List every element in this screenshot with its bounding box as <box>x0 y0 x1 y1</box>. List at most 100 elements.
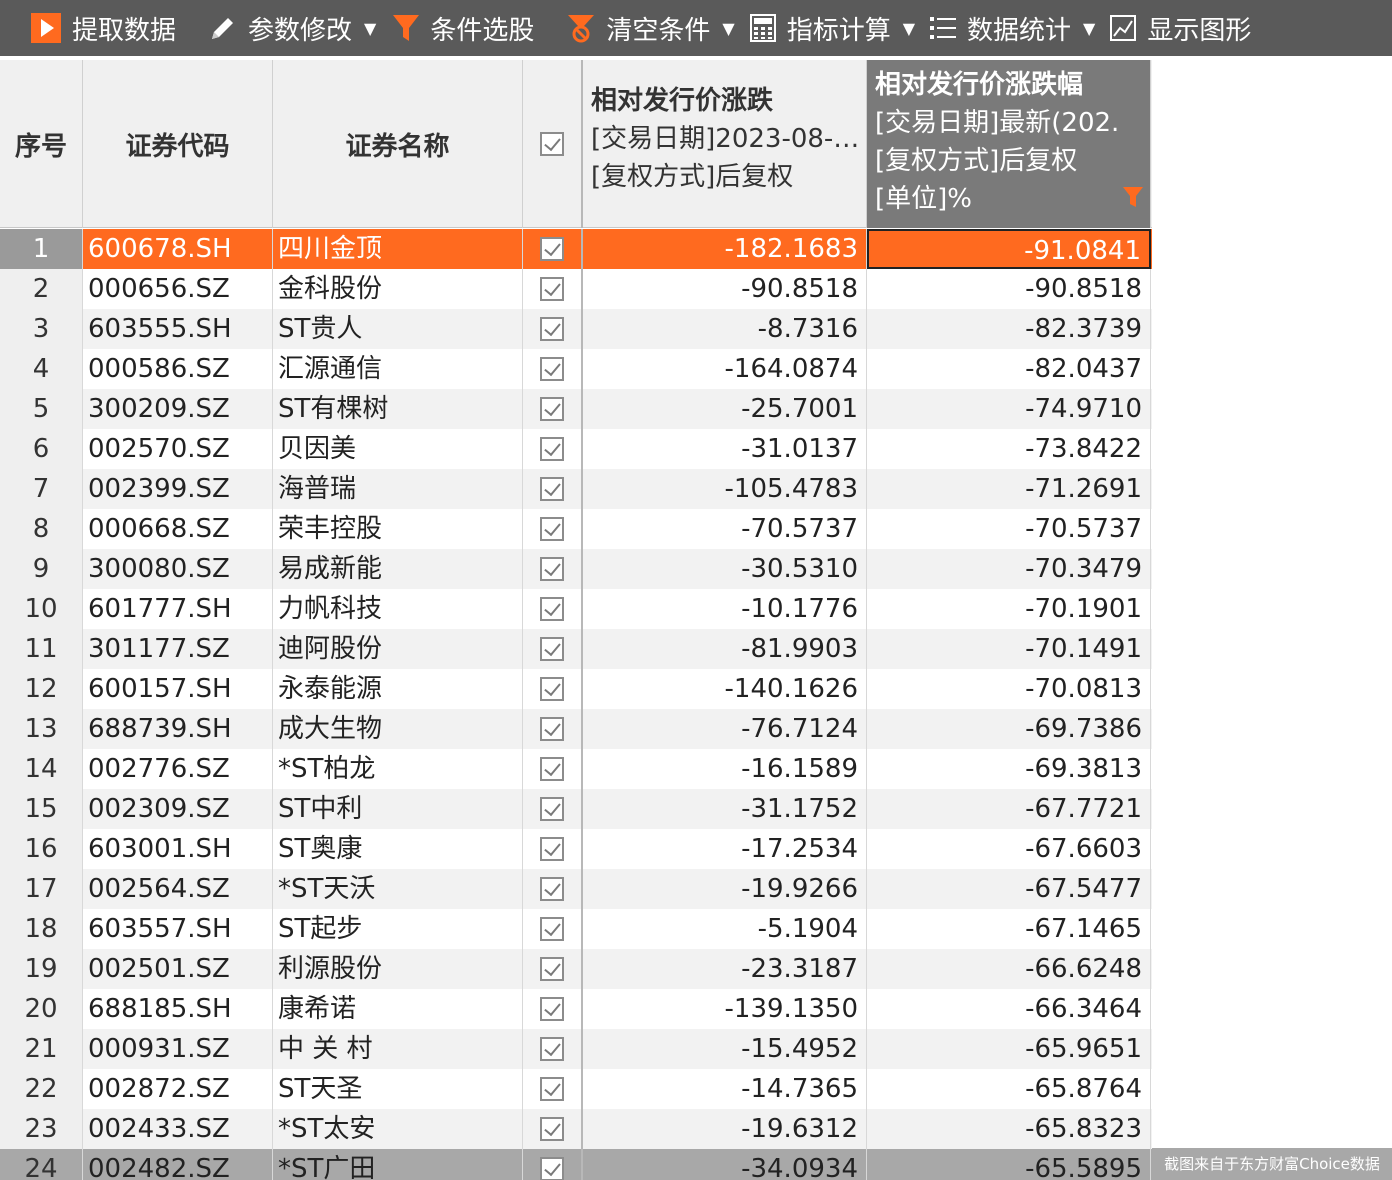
header-col1[interactable]: 相对发行价涨跌 [交易日期]2023-08-… [复权方式]后复权 <box>583 60 867 228</box>
row-checkbox-cell[interactable] <box>523 589 583 629</box>
row-checkbox-cell[interactable] <box>523 229 583 269</box>
table-row[interactable]: 11 301177.SZ 迪阿股份 -81.9903 -70.1491 <box>0 629 1152 669</box>
row-checkbox-cell[interactable] <box>523 989 583 1029</box>
table-row[interactable]: 5 300209.SZ ST有棵树 -25.7001 -74.9710 <box>0 389 1152 429</box>
row-checkbox[interactable] <box>540 237 564 261</box>
row-checkbox-cell[interactable] <box>523 669 583 709</box>
table-row[interactable]: 8 000668.SZ 荣丰控股 -70.5737 -70.5737 <box>0 509 1152 549</box>
row-checkbox-cell[interactable] <box>523 349 583 389</box>
table-row[interactable]: 19 002501.SZ 利源股份 -23.3187 -66.6248 <box>0 949 1152 989</box>
row-checkbox[interactable] <box>540 517 564 541</box>
header-seq[interactable]: 序号 <box>0 60 83 228</box>
grid-header: 序号 证券代码 证券名称 相对发行价涨跌 [交易日期]2023-08-… [复权… <box>0 60 1152 228</box>
clear-conditions-dropdown-icon[interactable]: ▼ <box>722 19 734 38</box>
table-row[interactable]: 14 002776.SZ *ST柏龙 -16.1589 -69.3813 <box>0 749 1152 789</box>
condition-select-button[interactable]: 条件选股 <box>392 0 534 56</box>
table-row[interactable]: 1 600678.SH 四川金顶 -182.1683 -91.0841 <box>0 229 1152 269</box>
row-checkbox[interactable] <box>540 757 564 781</box>
indicator-calc-label: 指标计算 <box>786 15 891 46</box>
row-value-col1: -5.1904 <box>583 909 867 949</box>
column-filter-icon[interactable] <box>1122 182 1144 220</box>
row-checkbox-cell[interactable] <box>523 509 583 549</box>
table-row[interactable]: 13 688739.SH 成大生物 -76.7124 -69.7386 <box>0 709 1152 749</box>
header-col2[interactable]: 相对发行价涨跌幅 [交易日期]最新(202. [复权方式]后复权 [单位]% <box>867 60 1151 228</box>
edit-params-button[interactable]: 参数修改 <box>208 0 352 56</box>
table-row[interactable]: 15 002309.SZ ST中利 -31.1752 -67.7721 <box>0 789 1152 829</box>
row-checkbox-cell[interactable] <box>523 949 583 989</box>
table-row[interactable]: 7 002399.SZ 海普瑞 -105.4783 -71.2691 <box>0 469 1152 509</box>
row-checkbox-cell[interactable] <box>523 549 583 589</box>
table-row[interactable]: 4 000586.SZ 汇源通信 -164.0874 -82.0437 <box>0 349 1152 389</box>
edit-params-dropdown-icon[interactable]: ▼ <box>364 19 376 38</box>
row-checkbox-cell[interactable] <box>523 309 583 349</box>
table-row[interactable]: 3 603555.SH ST贵人 -8.7316 -82.3739 <box>0 309 1152 349</box>
row-checkbox[interactable] <box>540 1157 564 1180</box>
row-checkbox[interactable] <box>540 397 564 421</box>
table-row[interactable]: 9 300080.SZ 易成新能 -30.5310 -70.3479 <box>0 549 1152 589</box>
row-checkbox-cell[interactable] <box>523 749 583 789</box>
row-checkbox[interactable] <box>540 597 564 621</box>
row-checkbox[interactable] <box>540 1037 564 1061</box>
row-checkbox[interactable] <box>540 1117 564 1141</box>
row-checkbox[interactable] <box>540 797 564 821</box>
clear-conditions-button[interactable]: 清空条件 <box>566 0 710 56</box>
condition-select-label: 条件选股 <box>430 15 535 46</box>
row-checkbox[interactable] <box>540 717 564 741</box>
row-checkbox[interactable] <box>540 317 564 341</box>
table-row[interactable]: 16 603001.SH ST奥康 -17.2534 -67.6603 <box>0 829 1152 869</box>
data-stats-dropdown-icon[interactable]: ▼ <box>1083 19 1095 38</box>
row-checkbox[interactable] <box>540 637 564 661</box>
row-checkbox[interactable] <box>540 917 564 941</box>
row-code: 000931.SZ <box>83 1029 273 1069</box>
row-value-col2: -67.6603 <box>867 829 1151 869</box>
table-row[interactable]: 18 603557.SH ST起步 -5.1904 -67.1465 <box>0 909 1152 949</box>
header-code[interactable]: 证券代码 <box>83 60 273 228</box>
extract-data-button[interactable]: 提取数据 <box>30 0 176 56</box>
table-row[interactable]: 12 600157.SH 永泰能源 -140.1626 -70.0813 <box>0 669 1152 709</box>
header-select-all[interactable] <box>523 60 583 228</box>
select-all-checkbox[interactable] <box>540 132 564 156</box>
row-checkbox[interactable] <box>540 437 564 461</box>
row-checkbox-cell[interactable] <box>523 869 583 909</box>
row-seq: 23 <box>0 1109 83 1149</box>
table-row[interactable]: 10 601777.SH 力帆科技 -10.1776 -70.1901 <box>0 589 1152 629</box>
table-row[interactable]: 2 000656.SZ 金科股份 -90.8518 -90.8518 <box>0 269 1152 309</box>
row-checkbox-cell[interactable] <box>523 709 583 749</box>
indicator-calc-dropdown-icon[interactable]: ▼ <box>903 19 915 38</box>
row-checkbox[interactable] <box>540 1077 564 1101</box>
row-checkbox[interactable] <box>540 677 564 701</box>
table-row[interactable]: 21 000931.SZ 中 关 村 -15.4952 -65.9651 <box>0 1029 1152 1069</box>
row-checkbox-cell[interactable] <box>523 469 583 509</box>
row-checkbox-cell[interactable] <box>523 389 583 429</box>
data-stats-button[interactable]: 数据统计 <box>929 0 1071 56</box>
table-row[interactable]: 17 002564.SZ *ST天沃 -19.9266 -67.5477 <box>0 869 1152 909</box>
row-checkbox-cell[interactable] <box>523 789 583 829</box>
header-name[interactable]: 证券名称 <box>273 60 523 228</box>
row-checkbox[interactable] <box>540 837 564 861</box>
row-checkbox-cell[interactable] <box>523 1069 583 1109</box>
row-name: *ST广田 <box>273 1149 523 1180</box>
table-row[interactable]: 6 002570.SZ 贝因美 -31.0137 -73.8422 <box>0 429 1152 469</box>
indicator-calc-button[interactable]: 指标计算 <box>749 0 891 56</box>
row-checkbox-cell[interactable] <box>523 1149 583 1180</box>
row-checkbox[interactable] <box>540 357 564 381</box>
row-checkbox[interactable] <box>540 997 564 1021</box>
row-checkbox-cell[interactable] <box>523 1109 583 1149</box>
row-checkbox[interactable] <box>540 557 564 581</box>
row-checkbox[interactable] <box>540 957 564 981</box>
table-row[interactable]: 24 002482.SZ *ST广田 -34.0934 -65.5895 <box>0 1149 1152 1180</box>
show-chart-button[interactable]: 显示图形 <box>1109 0 1251 56</box>
table-row[interactable]: 20 688185.SH 康希诺 -139.1350 -66.3464 <box>0 989 1152 1029</box>
row-checkbox-cell[interactable] <box>523 429 583 469</box>
row-code: 002433.SZ <box>83 1109 273 1149</box>
row-checkbox-cell[interactable] <box>523 829 583 869</box>
table-row[interactable]: 23 002433.SZ *ST太安 -19.6312 -65.8323 <box>0 1109 1152 1149</box>
row-checkbox-cell[interactable] <box>523 1029 583 1069</box>
row-checkbox-cell[interactable] <box>523 269 583 309</box>
row-checkbox[interactable] <box>540 277 564 301</box>
row-checkbox-cell[interactable] <box>523 909 583 949</box>
table-row[interactable]: 22 002872.SZ ST天圣 -14.7365 -65.8764 <box>0 1069 1152 1109</box>
row-checkbox-cell[interactable] <box>523 629 583 669</box>
row-checkbox[interactable] <box>540 477 564 501</box>
row-checkbox[interactable] <box>540 877 564 901</box>
